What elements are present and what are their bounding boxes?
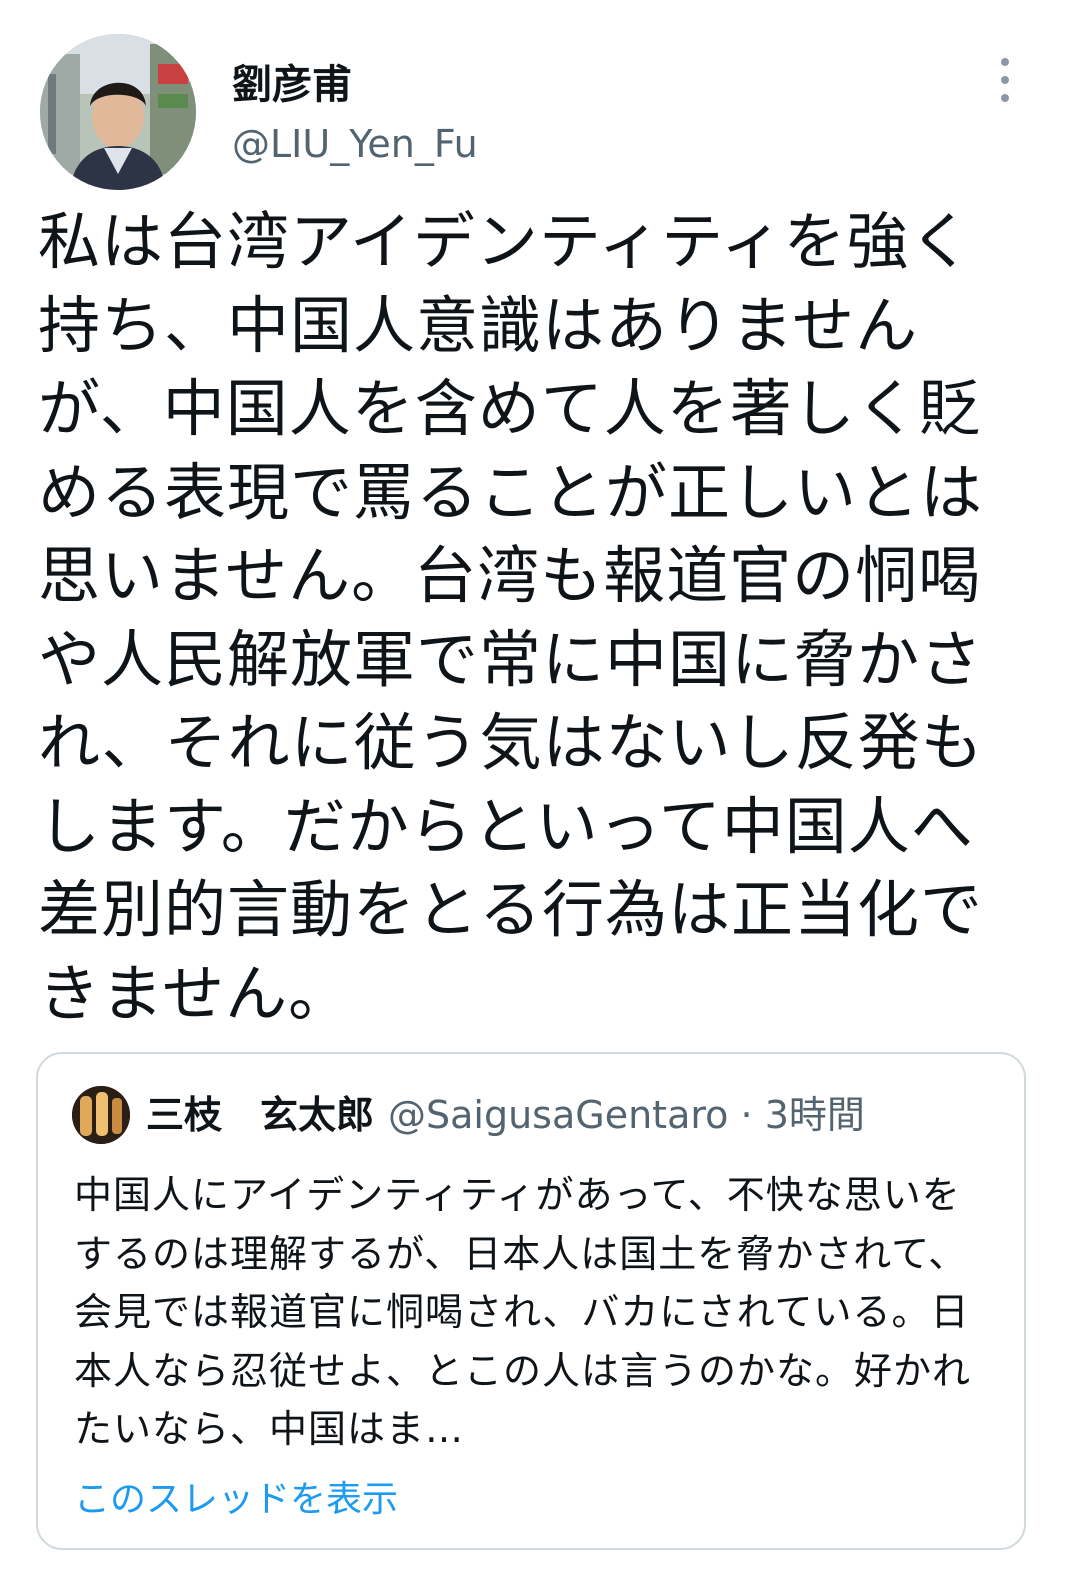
more-vertical-icon[interactable] (990, 58, 1020, 102)
more-dot (1001, 58, 1009, 66)
separator-dot: · (740, 1093, 753, 1137)
tweet-text: 私は台湾アイデンティティを強く持ち、中国人意識はありませんが、中国人を含めて人を… (38, 205, 984, 1030)
quoted-tweet-text: 中国人にアイデンティティがあって、不快な思いをするのは理解するが、日本人は国土を… (74, 1173, 972, 1451)
author-display-name[interactable]: 劉彦甫 (232, 52, 352, 110)
show-thread-link[interactable]: このスレッドを表示 (74, 1470, 398, 1522)
more-dot (1001, 94, 1009, 102)
quoted-author-handle[interactable]: @SaigusaGentaro (388, 1093, 728, 1137)
quoted-author-avatar[interactable] (72, 1086, 130, 1144)
quoted-author-name[interactable]: 三枝 玄太郎 (146, 1093, 374, 1137)
tweet: 劉彦甫 @LIU_Yen_Fu 私は台湾アイデンティティを強く持ち、中国人意識は… (0, 0, 1079, 1590)
author-avatar[interactable] (40, 34, 196, 190)
more-dot (1001, 76, 1009, 84)
quoted-tweet-time[interactable]: 3時間 (765, 1093, 865, 1137)
quoted-tweet-header: 三枝 玄太郎 @SaigusaGentaro · 3時間 (146, 1090, 865, 1140)
author-handle[interactable]: @LIU_Yen_Fu (232, 122, 478, 166)
quoted-tweet-card[interactable]: 三枝 玄太郎 @SaigusaGentaro · 3時間 中国人にアイデンティティ… (36, 1052, 1026, 1550)
